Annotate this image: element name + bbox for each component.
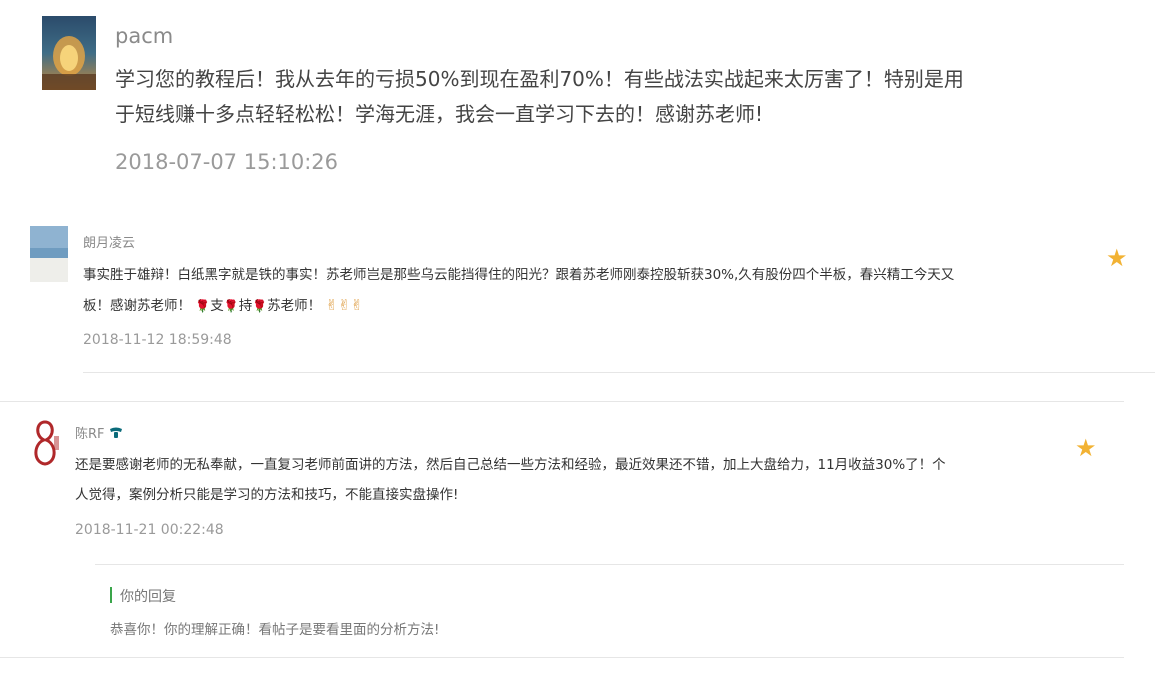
comment-text-part: 持	[238, 298, 253, 314]
comment-timestamp: 2018-11-21 00:22:48	[75, 522, 224, 538]
star-icon[interactable]: ★	[1075, 436, 1097, 460]
reply-indicator	[110, 587, 112, 603]
comment-username[interactable]: pacm	[115, 24, 173, 48]
comment-text: 学习您的教程后！我从去年的亏损50%到现在盈利70%！有些战法实战起来太厉害了！…	[115, 67, 964, 126]
star-icon[interactable]: ★	[1106, 246, 1128, 270]
rose-icon: 🌹	[223, 299, 239, 313]
comment-username-text: 陈RF	[75, 427, 105, 442]
comment-text-part: 苏老师！	[267, 298, 322, 314]
avatar[interactable]	[30, 226, 68, 282]
reply-label: 你的回复	[120, 589, 176, 605]
comment-text-part: 支	[210, 298, 224, 314]
divider	[95, 564, 1124, 565]
comment-text: 还是要感谢老师的无私奉献，一直复习老师前面讲的方法，然后自己总结一些方法和经验，…	[75, 457, 946, 503]
rose-icon: 🌹	[252, 299, 268, 313]
comment-timestamp: 2018-07-07 15:10:26	[115, 150, 339, 174]
comment-username[interactable]: 陈RF	[75, 423, 123, 442]
divider	[0, 657, 1124, 658]
victory-hand-icon: ✌	[338, 296, 351, 314]
victory-hand-icon: ✌	[350, 296, 364, 314]
reply-text: 恭喜你！你的理解正确！看帖子是要看里面的分析方法!	[110, 622, 440, 638]
avatar[interactable]	[42, 16, 96, 90]
comment-username[interactable]: 朗月凌云	[83, 232, 135, 251]
vip-badge-icon	[109, 427, 122, 438]
divider	[0, 401, 1124, 402]
avatar[interactable]	[30, 416, 60, 474]
victory-hand-icon: ✌	[325, 296, 339, 314]
divider	[83, 372, 1155, 373]
comment-timestamp: 2018-11-12 18:59:48	[83, 332, 232, 348]
rose-icon: 🌹	[195, 299, 211, 313]
comment-text: 事实胜于雄辩！白纸黑字就是铁的事实！苏老师岂是那些乌云能挡得住的阳光？跟着苏老师…	[83, 260, 973, 321]
